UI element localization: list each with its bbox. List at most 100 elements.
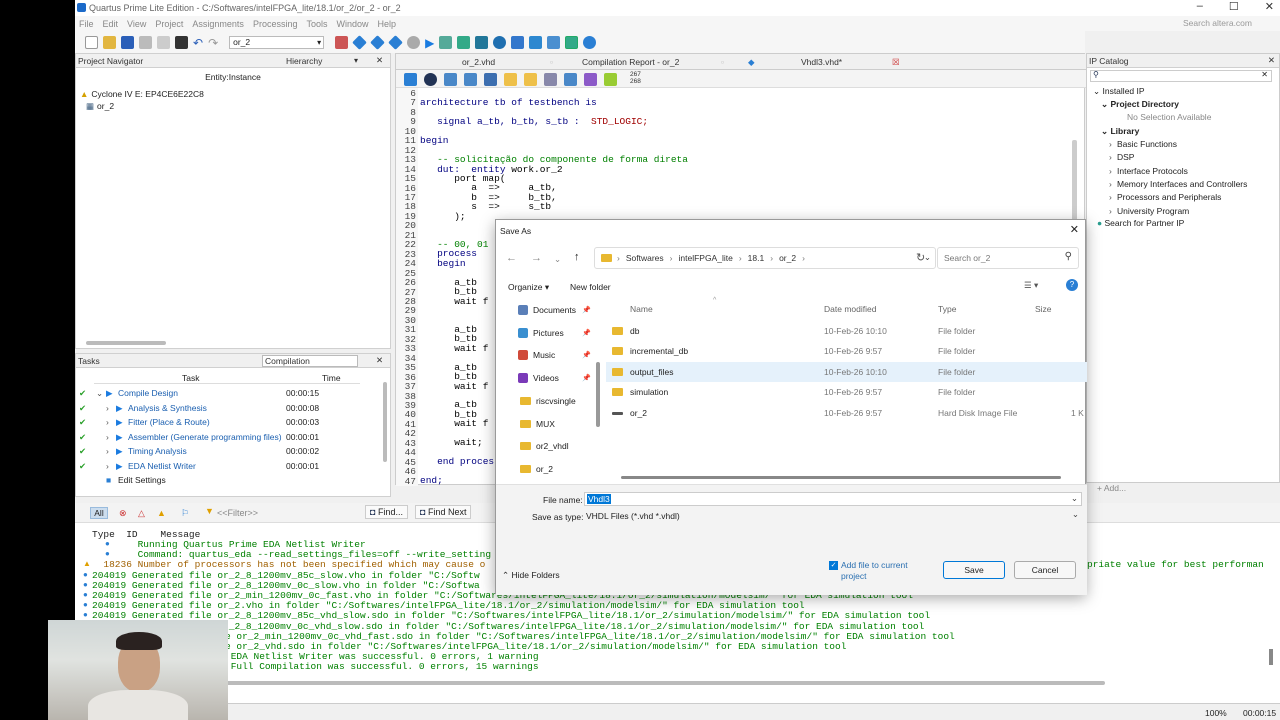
- file-row[interactable]: simulation 10-Feb-26 9:57 File folder: [606, 382, 1087, 402]
- expand-icon[interactable]: ⌄: [96, 388, 103, 399]
- save-type-dropdown-icon[interactable]: ⌄: [1072, 509, 1079, 520]
- menu-window[interactable]: Window: [336, 19, 368, 29]
- pin-planner-icon[interactable]: [352, 34, 367, 50]
- menu-processing[interactable]: Processing: [253, 19, 298, 29]
- sidebar-item[interactable]: Music 📌: [518, 350, 591, 361]
- sidebar-item[interactable]: Videos 📌: [518, 373, 591, 384]
- timing-icon[interactable]: [493, 35, 507, 49]
- sidebar-item[interactable]: Documents 📌: [518, 305, 591, 315]
- expand-icon[interactable]: ›: [106, 432, 109, 442]
- task-row[interactable]: ✔ › ▶ EDA Netlist Writer 00:00:01: [76, 461, 376, 474]
- sidebar-item[interactable]: or2_vhdl: [520, 441, 569, 451]
- help-chat-icon[interactable]: [583, 35, 597, 49]
- device-row[interactable]: ▲ Cyclone IV E: EP4CE6E22C8: [80, 89, 204, 99]
- file-row[interactable]: incremental_db 10-Feb-26 9:57 File folder: [606, 341, 1087, 361]
- assignment-editor-icon[interactable]: [370, 34, 385, 50]
- sidebar-item[interactable]: riscvsingle: [520, 396, 576, 406]
- ip-library-item[interactable]: Memory Interfaces and Controllers: [1117, 179, 1247, 189]
- organize-button[interactable]: Organize ▾: [508, 282, 549, 293]
- task-row[interactable]: ✔ › ▶ Fitter (Place & Route) 00:00:03: [76, 417, 376, 430]
- sidebar-scrollbar[interactable]: [596, 362, 600, 427]
- sidebar-item[interactable]: MUX: [520, 419, 555, 429]
- code-line[interactable]: [420, 127, 1085, 136]
- partner-ip-link[interactable]: ● Search for Partner IP: [1097, 218, 1184, 228]
- dialog-search-input[interactable]: Search or_2 ⚲: [937, 247, 1079, 269]
- col-name[interactable]: Name: [630, 304, 653, 314]
- navigator-dropdown-icon[interactable]: ▾: [354, 56, 358, 65]
- unindent-icon[interactable]: [464, 73, 477, 86]
- cancel-button[interactable]: Cancel: [1014, 561, 1076, 579]
- chevron-right-icon[interactable]: ›: [1109, 139, 1112, 149]
- tab-close-icon[interactable]: ☒: [892, 57, 900, 68]
- add-ip-button[interactable]: + Add...: [1097, 483, 1126, 493]
- dialog-close-icon[interactable]: ✕: [1070, 223, 1079, 236]
- library-node[interactable]: ⌄ Library: [1101, 126, 1139, 137]
- file-row[interactable]: or_2 10-Feb-26 9:57 Hard Disk Image File 1 …: [606, 403, 1087, 423]
- breadcrumb-item[interactable]: Softwares: [626, 253, 664, 263]
- flow-select[interactable]: Compilation: [262, 354, 358, 367]
- ip-search-input[interactable]: ⚲ ✕: [1090, 70, 1272, 82]
- comment-icon[interactable]: [484, 73, 497, 86]
- fitter-icon[interactable]: [457, 35, 471, 49]
- code-line[interactable]: dut: entity work.or_2: [420, 164, 1085, 174]
- col-size[interactable]: Size: [1035, 304, 1052, 314]
- new-file-icon[interactable]: [85, 35, 98, 49]
- assembler-icon[interactable]: [475, 35, 489, 49]
- programmer-active-icon[interactable]: [565, 35, 579, 49]
- entity-select[interactable]: or_2: [229, 35, 325, 49]
- navigator-scrollbar[interactable]: [86, 341, 166, 345]
- top-entity-row[interactable]: ▦ or_2: [86, 101, 114, 112]
- bookmark-icon[interactable]: [524, 73, 537, 86]
- expand-icon[interactable]: ›: [106, 403, 109, 413]
- minimize-icon[interactable]: –: [1197, 0, 1203, 13]
- clear-search-icon[interactable]: ✕: [1261, 70, 1268, 79]
- attach-icon[interactable]: [544, 73, 557, 86]
- chevron-right-icon[interactable]: ›: [1109, 192, 1112, 202]
- task-row[interactable]: ✔ › ▶ Timing Analysis 00:00:02: [76, 446, 376, 459]
- ip-library-item[interactable]: University Program: [1117, 206, 1189, 216]
- new-folder-button[interactable]: New folder: [570, 282, 611, 292]
- find-button[interactable]: ◘ Find...: [365, 505, 408, 519]
- open-icon[interactable]: [103, 35, 116, 49]
- file-row[interactable]: db 10-Feb-26 10:10 File folder: [606, 321, 1087, 341]
- ip-library-item[interactable]: Processors and Peripherals: [1117, 192, 1221, 202]
- chevron-right-icon[interactable]: ›: [1109, 166, 1112, 176]
- cut-icon[interactable]: [139, 35, 152, 49]
- file-row[interactable]: output_files 10-Feb-26 10:10 File folder: [606, 361, 1087, 382]
- col-date[interactable]: Date modified: [824, 304, 876, 314]
- navigator-view-select[interactable]: Hierarchy: [286, 56, 322, 66]
- ip-library-item[interactable]: DSP: [1117, 152, 1134, 162]
- paste-icon[interactable]: [175, 35, 188, 49]
- tab-vhdl3[interactable]: Vhdl3.vhd*: [801, 57, 842, 67]
- breadcrumb-item[interactable]: or_2: [779, 253, 796, 263]
- forward-icon[interactable]: →: [531, 252, 542, 264]
- maximize-icon[interactable]: ☐: [1229, 0, 1239, 13]
- project-directory-node[interactable]: ⌄ Project Directory: [1101, 99, 1179, 110]
- tab-or2-vhd[interactable]: or_2.vhd: [462, 57, 495, 67]
- file-list-hscrollbar[interactable]: [621, 476, 1061, 479]
- editor-tool-icon[interactable]: [404, 73, 417, 86]
- code-line[interactable]: signal a_tb, b_tb, s_tb : STD_LOGIC;: [420, 117, 1085, 127]
- analysis-icon[interactable]: [439, 35, 453, 49]
- tab-close-icon[interactable]: ▫: [550, 57, 553, 67]
- ip-library-item[interactable]: Interface Protocols: [1117, 166, 1188, 176]
- col-type[interactable]: Type: [938, 304, 956, 314]
- settings-icon[interactable]: [388, 34, 403, 50]
- expand-icon[interactable]: ›: [106, 417, 109, 427]
- check-icon[interactable]: [604, 73, 617, 86]
- menu-help[interactable]: Help: [378, 19, 397, 29]
- pencil-icon[interactable]: [335, 35, 349, 49]
- hide-folders-button[interactable]: ⌃ Hide Folders: [502, 570, 560, 581]
- expand-icon[interactable]: ›: [106, 446, 109, 456]
- code-line[interactable]: begin: [420, 136, 1085, 146]
- message-filter-input[interactable]: <<Filter>>: [217, 508, 258, 518]
- menu-project[interactable]: Project: [155, 19, 183, 29]
- breadcrumb-item[interactable]: 18.1: [748, 253, 765, 263]
- ip-close-icon[interactable]: ✕: [1268, 55, 1275, 66]
- installed-ip-node[interactable]: ⌄ Installed IP: [1093, 86, 1145, 97]
- back-icon[interactable]: ←: [506, 252, 517, 264]
- chevron-right-icon[interactable]: ›: [1109, 179, 1112, 189]
- breadcrumb-item[interactable]: intelFPGA_lite: [678, 253, 732, 263]
- message-line[interactable]: Full Compilation was successful. 0 error…: [225, 661, 539, 672]
- insert-template-icon[interactable]: [504, 73, 517, 86]
